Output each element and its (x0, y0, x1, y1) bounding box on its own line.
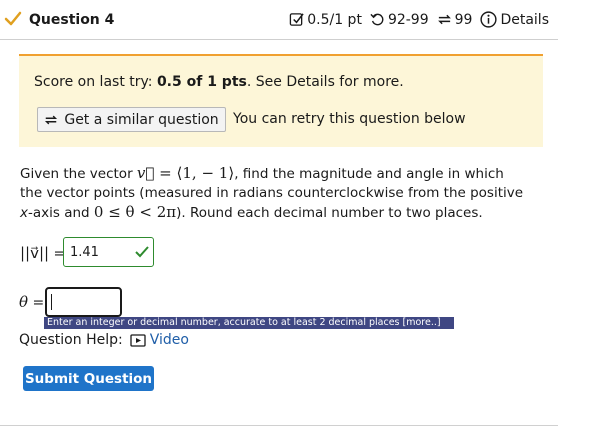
score-text: 0.5/1 pt (307, 11, 362, 28)
question-header: Question 4 0.5/1 pt 92-99 99 Details (0, 0, 558, 40)
question-meta: 0.5/1 pt 92-99 99 Details (281, 11, 549, 28)
text-caret (51, 294, 52, 310)
magnitude-symbol: ||v⃗|| (20, 244, 50, 262)
submit-question-button[interactable]: Submit Question (23, 366, 154, 391)
magnitude-input[interactable] (70, 243, 130, 261)
video-icon[interactable] (130, 333, 146, 347)
problem-text-1: Given the vector (20, 166, 137, 182)
magnitude-answer-box[interactable] (63, 237, 154, 267)
vector-value: ⟨1, − 1⟩ (176, 164, 235, 182)
details-link[interactable]: Details (480, 11, 549, 28)
problem-text-3: -axis and (28, 205, 94, 221)
retry-icon (45, 115, 58, 124)
correct-check-icon (135, 246, 149, 258)
theta-symbol: θ (19, 293, 29, 311)
angle-answer-box[interactable] (45, 287, 122, 317)
angle-label: θ = (19, 293, 44, 311)
problem-text-4: ). Round each decimal number to two plac… (176, 205, 483, 221)
angle-equals: = (28, 295, 45, 311)
magnitude-label: ||v⃗|| = (20, 244, 65, 262)
retries-indicator: 99 (437, 11, 473, 28)
angle-range: 0 ≤ θ < 2π (93, 203, 177, 221)
problem-statement: Given the vector v⃗ = ⟨1, − 1⟩, find the… (20, 164, 525, 223)
angle-input[interactable] (51, 293, 115, 311)
video-link[interactable]: Video (150, 332, 189, 348)
attempts-text: 92-99 (387, 11, 429, 28)
retry-icon (437, 14, 451, 25)
similar-question-label: Get a similar question (64, 111, 219, 128)
divider (0, 425, 558, 426)
score-value: 0.5 of 1 pts (156, 74, 247, 90)
score-indicator: 0.5/1 pt (289, 12, 362, 28)
last-try-score: Score on last try: 0.5 of 1 pts. See Det… (34, 74, 404, 90)
score-prefix: Score on last try: (34, 74, 157, 90)
history-icon (370, 13, 384, 26)
last-try-notice: Score on last try: 0.5 of 1 pts. See Det… (19, 54, 543, 147)
checkmark-icon (4, 11, 22, 26)
question-help-label: Question Help: (19, 332, 123, 348)
info-icon (480, 11, 498, 28)
axis-name: x (20, 205, 28, 221)
question-help: Question Help: Video (19, 332, 189, 348)
question-title: Question 4 (29, 12, 115, 28)
checkbox-icon (289, 13, 304, 26)
attempts-indicator: 92-99 (370, 12, 429, 28)
input-hint-tooltip: Enter an integer or decimal number, accu… (44, 317, 454, 329)
score-suffix: . See Details for more. (246, 74, 404, 90)
vector-expression: v⃗ = ⟨1, − 1⟩ (136, 164, 235, 182)
retries-text: 99 (454, 11, 473, 28)
similar-question-button[interactable]: Get a similar question (37, 107, 226, 132)
details-label[interactable]: Details (500, 12, 549, 28)
retry-text: You can retry this question below (233, 111, 466, 127)
